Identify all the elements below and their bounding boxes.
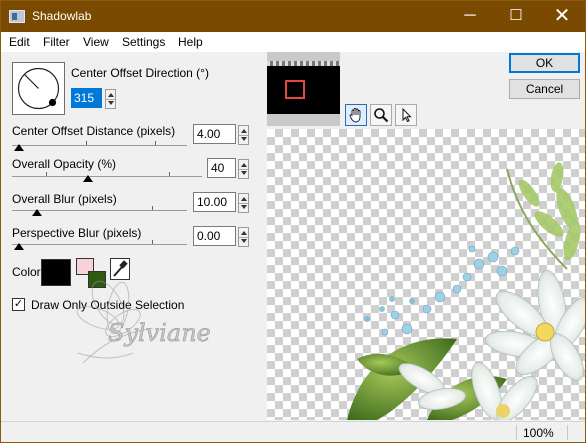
- watermark-flower-icon: [76, 280, 154, 364]
- menu-edit[interactable]: Edit: [9, 35, 30, 49]
- flower-artwork: [347, 162, 585, 420]
- window-title: Shadowlab: [32, 9, 92, 23]
- perspective-label: Perspective Blur (pixels): [12, 226, 142, 240]
- menu-bar: Edit Filter View Settings Help: [1, 32, 585, 52]
- zoom-icon: [374, 108, 389, 123]
- cancel-button[interactable]: Cancel: [509, 79, 580, 99]
- direction-spinner[interactable]: [105, 89, 116, 109]
- opacity-input[interactable]: 40: [207, 158, 236, 178]
- distance-label: Center Offset Distance (pixels): [12, 124, 176, 138]
- menu-help[interactable]: Help: [178, 35, 203, 49]
- opacity-spinner[interactable]: [238, 159, 249, 179]
- direction-dial[interactable]: [12, 62, 65, 115]
- blur-input[interactable]: 10.00: [193, 192, 236, 212]
- pointer-icon: [402, 107, 412, 123]
- close-button[interactable]: ✕: [539, 1, 585, 32]
- menu-filter[interactable]: Filter: [43, 35, 70, 49]
- navigator-view-rect[interactable]: [285, 80, 305, 99]
- status-bar: 100%: [1, 421, 585, 442]
- menu-view[interactable]: View: [83, 35, 109, 49]
- menu-settings[interactable]: Settings: [122, 35, 165, 49]
- direction-input[interactable]: 315: [71, 88, 102, 108]
- title-bar[interactable]: Shadowlab ─ ☐ ✕: [1, 1, 585, 32]
- perspective-input[interactable]: 0.00: [193, 226, 236, 246]
- blur-spinner[interactable]: [238, 193, 249, 213]
- minimize-button[interactable]: ─: [447, 1, 493, 32]
- distance-spinner[interactable]: [238, 125, 249, 145]
- perspective-slider[interactable]: [12, 239, 187, 251]
- ok-button[interactable]: OK: [509, 53, 580, 73]
- color-label: Color: [12, 265, 41, 279]
- preview-canvas[interactable]: [267, 129, 585, 420]
- opacity-label: Overall Opacity (%): [12, 157, 117, 171]
- watermark-signature: Sylviane: [108, 319, 211, 348]
- hand-icon: [349, 108, 361, 123]
- opacity-slider[interactable]: [12, 171, 202, 183]
- blur-label: Overall Blur (pixels): [12, 192, 117, 206]
- pointer-tool-button[interactable]: [395, 104, 417, 126]
- direction-label: Center Offset Direction (°): [71, 66, 209, 80]
- hand-tool-button[interactable]: [345, 104, 367, 126]
- blur-slider[interactable]: [12, 205, 187, 217]
- distance-input[interactable]: 4.00: [193, 124, 236, 144]
- zoom-level: 100%: [523, 426, 554, 440]
- app-icon: [9, 10, 25, 23]
- outside-selection-checkbox[interactable]: ✓: [12, 298, 25, 311]
- maximize-button[interactable]: ☐: [493, 1, 539, 32]
- perspective-spinner[interactable]: [238, 227, 249, 247]
- shadowlab-window: Shadowlab ─ ☐ ✕ Edit Filter View Setting…: [0, 0, 586, 443]
- distance-slider[interactable]: [12, 140, 187, 152]
- zoom-tool-button[interactable]: [370, 104, 392, 126]
